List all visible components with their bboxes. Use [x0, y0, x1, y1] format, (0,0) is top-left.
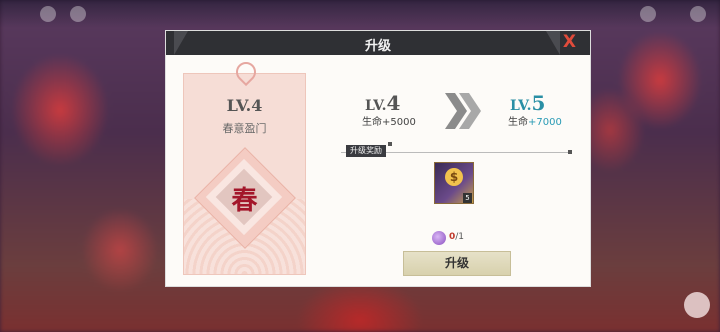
close-icon[interactable]: X [563, 32, 576, 52]
cost-required: /1 [455, 232, 465, 242]
dialog-title: 升级 [364, 39, 391, 54]
double-chevron-right-icon [445, 93, 481, 129]
hud-icon [690, 6, 706, 22]
divider-dot [568, 150, 572, 154]
card-level: LV.4 [226, 96, 263, 115]
next-stat-bonus: +7000 [528, 117, 562, 128]
current-stat: 生命+5000 [362, 117, 416, 128]
emblem-character: 春 [231, 186, 258, 216]
dialog-header: 升级 X [166, 31, 590, 55]
current-level-prefix: LV. [365, 98, 387, 114]
currency-coin-icon [432, 231, 446, 245]
card-name: 春意盈门 [222, 122, 267, 135]
cost-amount: 0/1 [449, 232, 464, 242]
corner-menu-button[interactable] [684, 292, 710, 318]
next-stat: 生命+7000 [508, 113, 562, 128]
divider-dot [388, 142, 392, 146]
current-level-number: 4 [386, 91, 401, 115]
hud-icon [70, 6, 86, 22]
upgrade-button[interactable]: 升级 [403, 251, 511, 276]
next-level-prefix: LV. [510, 98, 532, 114]
next-stat-label: 生命 [508, 117, 528, 128]
item-card: LV.4 春意盈门 春 [183, 57, 306, 275]
next-level-number: 5 [531, 91, 546, 115]
reward-item-emblem: $ [445, 168, 463, 186]
hud-icon [40, 6, 56, 22]
next-level: LV.5 [510, 91, 545, 115]
hud-icon [640, 6, 656, 22]
top-hud-bar [0, 0, 720, 28]
upgrade-dialog: 升级 X LV.4 春意盈门 春 LV.4 生命+5000 LV.5 生命+70… [165, 30, 591, 287]
reward-item-icon[interactable]: $ 5 [434, 162, 474, 204]
reward-label: 升级奖励 [346, 145, 386, 157]
reward-item-count: 5 [463, 193, 472, 203]
current-level: LV.4 [365, 91, 400, 115]
knot-decoration [231, 57, 261, 87]
